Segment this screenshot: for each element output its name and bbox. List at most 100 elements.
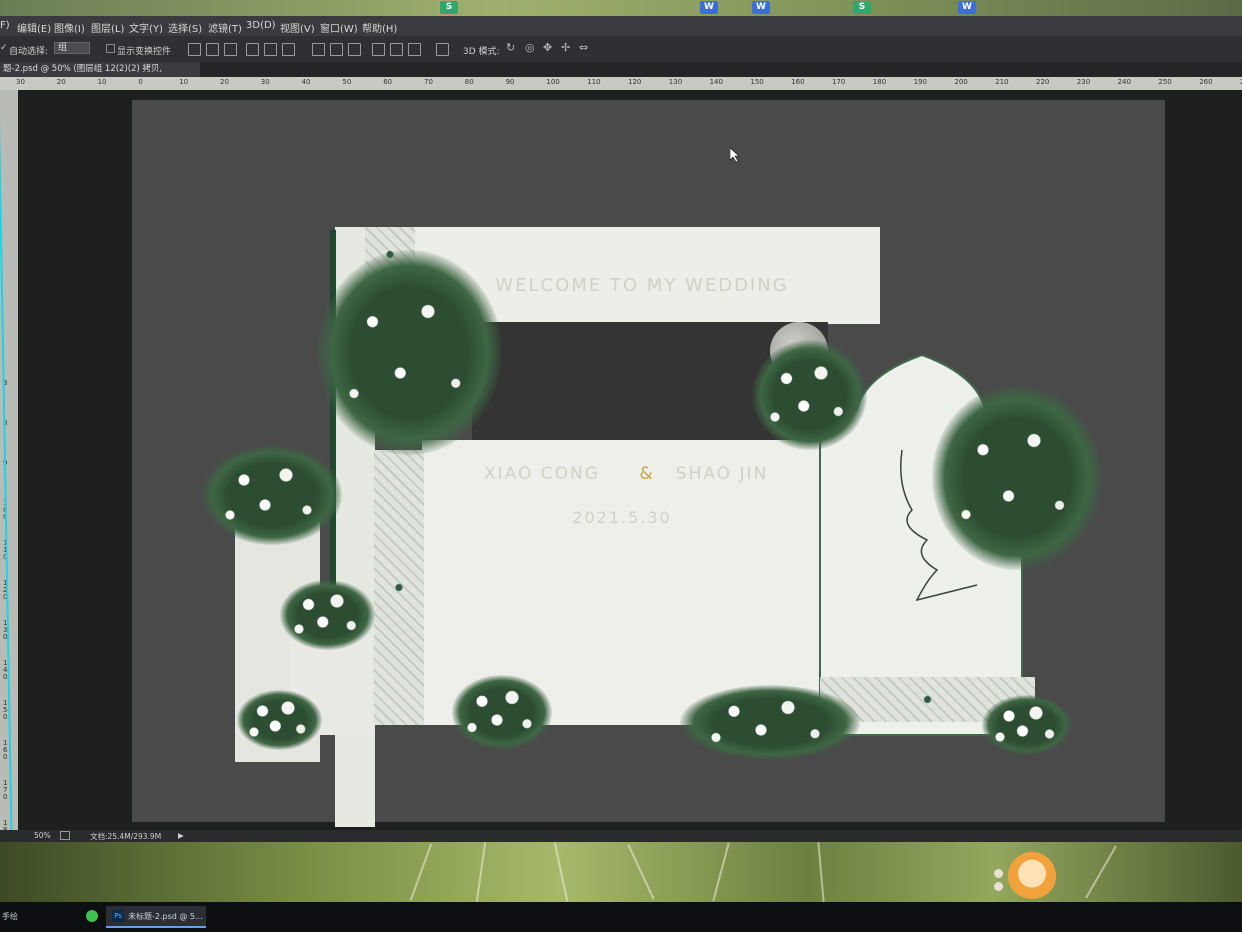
taskbar-left-label[interactable]: 手绘 bbox=[2, 911, 18, 922]
mascot-sticker-icon[interactable] bbox=[1008, 852, 1056, 900]
ruler-tick-label: 110 bbox=[587, 78, 601, 86]
ruler-tick-label: 260 bbox=[1199, 78, 1213, 86]
ruler-tick-label: 20 bbox=[56, 78, 66, 86]
menu-filter[interactable]: 滤镜(T) bbox=[208, 20, 242, 35]
align-right-icon[interactable] bbox=[282, 43, 295, 56]
ruler-tick-label: 210 bbox=[995, 78, 1009, 86]
ruler-tick-label: 240 bbox=[1117, 78, 1131, 86]
3d-roll-icon[interactable]: ◎ bbox=[525, 41, 535, 54]
ruler-tick-label: 170 bbox=[832, 78, 846, 86]
3d-slide-icon[interactable]: ✢ bbox=[561, 41, 570, 54]
document-tab[interactable]: 题-2.psd @ 50% (图层组 12(2)(2) 拷贝, CMYK/8) … bbox=[0, 62, 200, 89]
ruler-tick-label: 140 bbox=[709, 78, 723, 86]
menu-help[interactable]: 帮助(H) bbox=[362, 20, 397, 35]
align-hcenter-icon[interactable] bbox=[264, 43, 277, 56]
ruler-tick-label: 120 bbox=[628, 78, 642, 86]
sticker-dot-icon[interactable] bbox=[994, 882, 1003, 891]
wps-writer-icon[interactable]: W bbox=[958, 1, 976, 14]
menu-view[interactable]: 视图(V) bbox=[280, 20, 315, 35]
ruler-tick-label: 200 bbox=[954, 78, 968, 86]
taskbar-photoshop-button[interactable]: Ps 未标题-2.psd @ 5... bbox=[106, 906, 206, 928]
align-bottom-icon[interactable] bbox=[224, 43, 237, 56]
menu-select[interactable]: 选择(S) bbox=[168, 20, 202, 35]
ruler-tick-label: 80 bbox=[464, 78, 474, 86]
cursor-arrow-icon bbox=[730, 148, 740, 162]
wallpaper-wisp bbox=[817, 842, 825, 902]
menu-edit[interactable]: 编辑(E) bbox=[17, 20, 51, 35]
ruler-tick-label: 60 bbox=[383, 78, 393, 86]
distribute-left-icon[interactable] bbox=[372, 43, 385, 56]
ruler-tick-label: 150 bbox=[750, 78, 764, 86]
auto-align-icon[interactable] bbox=[436, 43, 449, 56]
wedding-date: 2021.5.30 bbox=[572, 508, 672, 527]
menu-image[interactable]: 图像(I) bbox=[54, 20, 85, 35]
align-vcenter-icon[interactable] bbox=[206, 43, 219, 56]
ruler-tick-label: 40 bbox=[301, 78, 311, 86]
ruler-tick-label: 30 bbox=[16, 78, 25, 86]
show-transform-checkbox[interactable] bbox=[106, 44, 115, 53]
3d-scale-icon[interactable]: ⇔ bbox=[579, 41, 588, 54]
flower-arrangement-left bbox=[317, 250, 502, 455]
desktop-strip-top: S W W S W bbox=[0, 0, 1242, 16]
status-bar: 50% 文档:25.4M/293.9M ▶ bbox=[0, 830, 1242, 842]
3d-drag-icon[interactable]: ✥ bbox=[543, 41, 552, 54]
3d-rotate-icon[interactable]: ↻ bbox=[506, 41, 515, 54]
menu-file[interactable]: F) bbox=[0, 20, 10, 31]
auto-select-dropdown[interactable]: 组 bbox=[54, 42, 90, 54]
wallpaper-wisp bbox=[712, 842, 730, 902]
desktop-wallpaper bbox=[0, 842, 1242, 902]
photoshop-icon: Ps bbox=[112, 910, 124, 922]
distribute-vcenter-icon[interactable] bbox=[330, 43, 343, 56]
ruler-tick-label: 160 bbox=[791, 78, 805, 86]
artboard[interactable]: WELCOME TO MY WEDDING XIAO CONG & SHAO J… bbox=[132, 100, 1165, 827]
distribute-top-icon[interactable] bbox=[312, 43, 325, 56]
distribute-bottom-icon[interactable] bbox=[348, 43, 361, 56]
ruler-tick-label: 250 bbox=[1158, 78, 1172, 86]
ruler-tick-label: 10 bbox=[179, 78, 189, 86]
distribute-right-icon[interactable] bbox=[408, 43, 421, 56]
document-size-info: 文档:25.4M/293.9M bbox=[90, 832, 162, 841]
wps-writer-icon[interactable]: W bbox=[700, 1, 718, 14]
flower-arrangement-right bbox=[932, 385, 1102, 570]
welcome-text: WELCOME TO MY WEDDING bbox=[495, 275, 789, 296]
menu-layer[interactable]: 图层(L) bbox=[91, 20, 124, 35]
flower-arrangement-pedestal bbox=[202, 445, 342, 545]
distribute-hcenter-icon[interactable] bbox=[390, 43, 403, 56]
ruler-tick-label: 0 bbox=[138, 78, 143, 86]
ruler-tick-label: 70 bbox=[424, 78, 433, 86]
status-menu-arrow[interactable]: ▶ bbox=[178, 831, 184, 840]
align-left-icon[interactable] bbox=[246, 43, 259, 56]
menubar: F) 编辑(E) 图像(I) 图层(L) 文字(Y) 选择(S) 滤镜(T) 3… bbox=[0, 16, 1242, 36]
wps-sheet-icon[interactable]: S bbox=[853, 1, 871, 14]
flower-arrangement-floor-mid bbox=[452, 675, 552, 750]
move-tool-icon[interactable]: ✓ bbox=[0, 43, 8, 53]
wps-sheet-icon[interactable]: S bbox=[440, 1, 458, 14]
auto-select-label: 自动选择: bbox=[9, 47, 49, 57]
wechat-icon[interactable] bbox=[86, 910, 98, 922]
flower-arrangement-floor-left bbox=[237, 690, 322, 750]
ruler-tick-label: 20 bbox=[220, 78, 229, 86]
export-icon[interactable] bbox=[60, 831, 70, 840]
menu-3d[interactable]: 3D(D) bbox=[246, 20, 276, 31]
show-transform-label: 显示变换控件 bbox=[117, 47, 172, 57]
flower-arrangement-floor-arch bbox=[982, 695, 1072, 755]
wallpaper-wisp bbox=[627, 844, 655, 900]
ruler-horizontal[interactable]: 30 20 10 0 10 20 30 40 50 60 70 80 90 100 110 120 130 140… bbox=[0, 77, 1242, 90]
wallpaper-wisp bbox=[553, 842, 569, 902]
taskbar: 手绘 Ps 未标题-2.psd @ 5... bbox=[0, 902, 1242, 932]
ruler-tick-label: 180 bbox=[872, 78, 887, 86]
ruler-tick-label: 230 bbox=[1076, 78, 1091, 86]
align-top-icon[interactable] bbox=[188, 43, 201, 56]
ruler-tick-label: 30 bbox=[260, 78, 270, 86]
zoom-level[interactable]: 50% bbox=[34, 831, 51, 840]
bride-name: XIAO CONG bbox=[484, 464, 600, 484]
menu-window[interactable]: 窗口(W) bbox=[320, 20, 358, 35]
ruler-tick-label: 100 bbox=[546, 78, 560, 86]
ruler-tick-label: 10 bbox=[97, 78, 107, 86]
sticker-dot-icon[interactable] bbox=[994, 869, 1003, 878]
wps-writer-icon[interactable]: W bbox=[752, 1, 770, 14]
flower-arrangement-small bbox=[280, 580, 375, 650]
ampersand: & bbox=[639, 464, 655, 484]
ruler-tick-label: 190 bbox=[913, 78, 927, 86]
menu-type[interactable]: 文字(Y) bbox=[129, 20, 163, 35]
